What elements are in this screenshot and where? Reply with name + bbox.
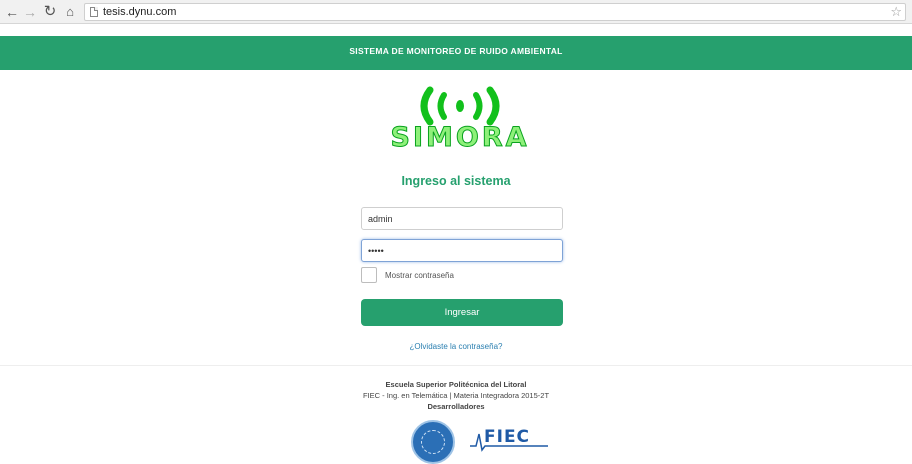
fiec-logo: FIEC — [470, 426, 550, 452]
footer-program: FIEC - Ing. en Telemática | Materia Inte… — [362, 391, 550, 400]
espol-seal-logo — [411, 420, 455, 464]
footer-developers: Desarrolladores — [427, 402, 485, 411]
password-input[interactable] — [361, 239, 563, 262]
url-text[interactable]: tesis.dynu.com — [103, 5, 176, 19]
forward-arrow-icon[interactable]: → — [22, 3, 38, 21]
address-bar[interactable]: tesis.dynu.com ☆ — [84, 3, 906, 21]
page-title: SISTEMA DE MONITOREO DE RUIDO AMBIENTAL — [349, 46, 563, 56]
forgot-password-link[interactable]: ¿Olvidaste la contraseña? — [0, 342, 912, 351]
bookmark-star-icon[interactable]: ☆ — [890, 4, 902, 20]
back-arrow-icon[interactable]: ← — [4, 3, 20, 21]
home-icon[interactable]: ⌂ — [62, 3, 78, 21]
footer-institution: Escuela Superior Politécnica del Litoral — [385, 380, 527, 389]
username-input[interactable] — [361, 207, 563, 230]
simora-logo: SIMORA — [360, 80, 560, 160]
reload-icon[interactable]: ↻ — [42, 3, 58, 21]
app-header: SISTEMA DE MONITOREO DE RUIDO AMBIENTAL — [0, 36, 912, 70]
show-password-label[interactable]: Mostrar contraseña — [385, 271, 454, 280]
logo-text: SIMORA — [390, 122, 530, 154]
login-button[interactable]: Ingresar — [361, 299, 563, 326]
page-icon — [90, 7, 98, 17]
show-password-checkbox[interactable] — [361, 267, 377, 283]
divider — [0, 365, 912, 366]
browser-toolbar: ← → ↻ ⌂ tesis.dynu.com ☆ — [0, 0, 912, 24]
login-title: Ingreso al sistema — [401, 174, 511, 188]
fiec-logo-text: FIEC — [484, 427, 531, 447]
